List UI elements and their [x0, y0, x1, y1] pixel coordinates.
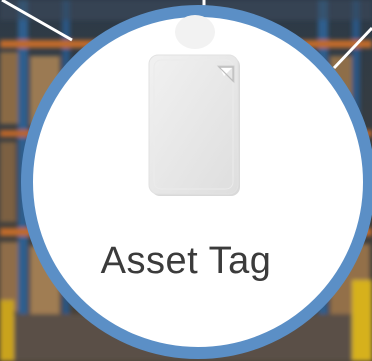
- product-label: Asset Tag: [100, 240, 272, 282]
- asset-tag-icon: [148, 54, 240, 196]
- glow-decoration: [175, 15, 215, 49]
- asset-tag-card[interactable]: Asset Tag: [0, 0, 372, 361]
